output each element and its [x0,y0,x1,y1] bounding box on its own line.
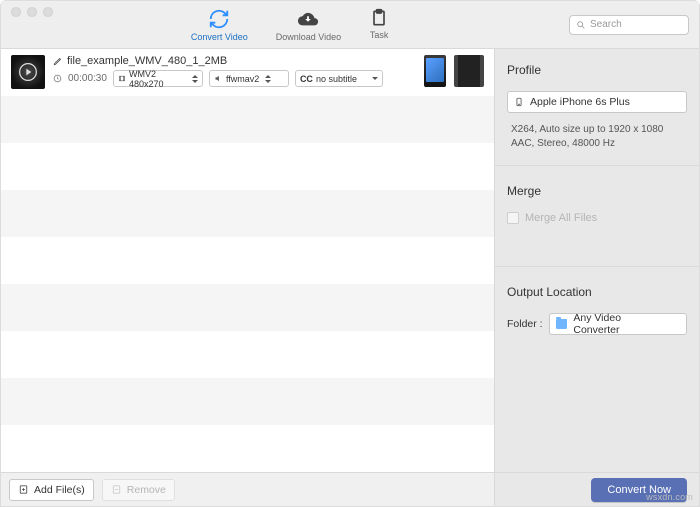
divider [495,266,699,267]
minus-file-icon [111,484,122,495]
toolbar-convert-video[interactable]: Convert Video [191,8,248,42]
cloud-download-icon [297,8,319,30]
window-controls[interactable] [11,7,53,17]
sidebar: Profile Apple iPhone 6s Plus X264, Auto … [494,49,699,472]
clock-icon [53,74,62,83]
file-duration: 00:00:30 [68,73,107,84]
phone-icon [514,95,524,109]
divider [495,165,699,166]
search-placeholder: Search [590,19,622,30]
file-row[interactable]: file_example_WMV_480_1_2MB 00:00:30 WMV2… [1,49,494,96]
file-name: file_example_WMV_480_1_2MB [67,55,227,67]
profile-select[interactable]: Apple iPhone 6s Plus [507,91,687,113]
clipboard-icon [369,8,389,28]
toolbar-label: Download Video [276,32,341,42]
clip-preview-icon[interactable] [454,55,484,87]
checkbox-box [507,212,519,224]
minimize-dot[interactable] [27,7,37,17]
film-icon [118,74,126,83]
merge-all-checkbox[interactable]: Merge All Files [507,212,687,224]
merge-title: Merge [507,184,687,198]
file-list: file_example_WMV_480_1_2MB 00:00:30 WMV2… [1,49,494,472]
folder-label: Folder : [507,318,543,330]
subtitle-select[interactable]: CC no subtitle [295,70,383,87]
speaker-icon [214,74,223,83]
empty-row [1,143,494,190]
pencil-icon[interactable] [53,56,63,66]
empty-row [1,237,494,284]
profile-title: Profile [507,63,687,77]
toolbar: Convert Video Download Video Task Search [1,1,699,49]
search-icon [576,20,586,30]
close-dot[interactable] [11,7,21,17]
convert-now-button[interactable]: Convert Now [591,478,687,502]
search-input[interactable]: Search [569,15,689,35]
remove-button[interactable]: Remove [102,479,175,501]
footer: Add File(s) Remove Convert Now [1,472,699,506]
plus-file-icon [18,484,29,495]
folder-icon [556,319,568,329]
profile-detail: X264, Auto size up to 1920 x 1080 AAC, S… [507,123,687,151]
empty-row [1,378,494,425]
toolbar-label: Task [370,30,389,40]
empty-row [1,425,494,472]
empty-row [1,96,494,143]
video-codec-select[interactable]: WMV2 480x270 [113,70,203,87]
zoom-dot[interactable] [43,7,53,17]
toolbar-label: Convert Video [191,32,248,42]
toolbar-download-video[interactable]: Download Video [276,8,341,42]
file-name-line: file_example_WMV_480_1_2MB [53,55,416,67]
output-title: Output Location [507,285,687,299]
add-files-button[interactable]: Add File(s) [9,479,94,501]
toolbar-task[interactable]: Task [369,8,389,42]
empty-row [1,331,494,378]
file-thumbnail[interactable] [11,55,45,89]
empty-row [1,190,494,237]
output-folder-select[interactable]: Any Video Converter [549,313,687,335]
empty-row [1,284,494,331]
device-preview-icon[interactable] [424,55,446,87]
refresh-icon [208,8,230,30]
audio-codec-select[interactable]: ffwmav2 [209,70,289,87]
play-icon [18,62,38,82]
